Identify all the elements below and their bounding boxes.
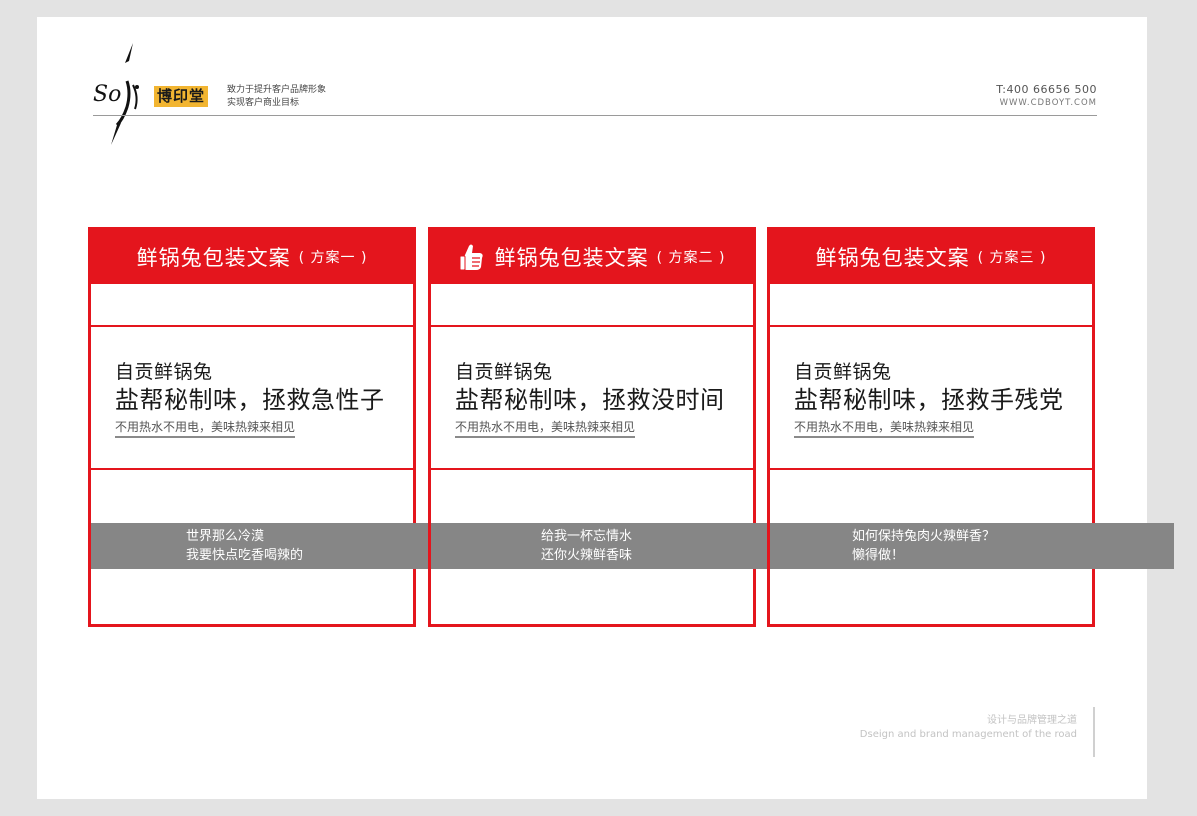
card-body: 自贡鲜锅兔 盐帮秘制味，拯救没时间 不用热水不用电，美味热辣来相见 (455, 360, 725, 438)
tagline: 不用热水不用电，美味热辣来相见 (455, 419, 636, 438)
card-divider (91, 325, 413, 327)
card-divider (431, 325, 753, 327)
footer-en: Dseign and brand management of the road (859, 729, 1077, 740)
svg-text:So: So (93, 82, 121, 107)
brand-logo-icon: So (93, 43, 139, 145)
card-divider (91, 468, 413, 470)
card-divider (770, 325, 1092, 327)
slogan: 致力于提升客户品牌形象 实现客户商业目标 (227, 84, 326, 110)
header-divider (93, 115, 1097, 116)
card-body: 自贡鲜锅兔 盐帮秘制味，拯救手残党 不用热水不用电，美味热辣来相见 (794, 360, 1064, 438)
slogan-line-1: 致力于提升客户品牌形象 (227, 85, 327, 95)
card-title: 鲜锅兔包装文案 (494, 246, 649, 270)
brand-name: 博印堂 (154, 86, 209, 107)
product-name: 自贡鲜锅兔 (455, 361, 553, 383)
headline: 盐帮秘制味，拯救急性子 (115, 386, 385, 414)
website-url: WWW.CDBOYT.COM (999, 98, 1097, 108)
card-divider (770, 468, 1092, 470)
card-plan-label: ( 方案一 ) (298, 250, 368, 266)
product-name: 自贡鲜锅兔 (794, 361, 892, 383)
card-header: 鲜锅兔包装文案 ( 方案三 ) (770, 230, 1092, 284)
footer-divider (1093, 707, 1095, 757)
copy-card-plan-3: 鲜锅兔包装文案 ( 方案三 ) 自贡鲜锅兔 盐帮秘制味，拯救手残党 不用热水不用… (767, 227, 1174, 627)
document-page: So 博印堂 致力于提升客户品牌形象 实现客户商业目标 T:400 66656 … (37, 17, 1174, 799)
headline: 盐帮秘制味，拯救手残党 (794, 386, 1064, 414)
card-header: 鲜锅兔包装文案 ( 方案二 ) (431, 230, 753, 284)
card-plan-label: ( 方案三 ) (977, 250, 1047, 266)
band-line-1: 如何保持兔肉火辣鲜香？ (852, 529, 996, 544)
card-title: 鲜锅兔包装文案 (136, 246, 291, 270)
tagline: 不用热水不用电，美味热辣来相见 (794, 419, 975, 438)
card-header: 鲜锅兔包装文案 ( 方案一 ) (91, 230, 413, 284)
copy-card-plan-2: 鲜锅兔包装文案 ( 方案二 ) 自贡鲜锅兔 盐帮秘制味，拯救没时间 不用热水不用… (428, 227, 863, 627)
headline: 盐帮秘制味，拯救没时间 (455, 386, 725, 414)
footer-cn: 设计与品牌管理之道 (987, 715, 1077, 726)
contact-info: T:400 66656 500 WWW.CDBOYT.COM (996, 83, 1097, 109)
thumbs-up-icon (459, 244, 483, 271)
card-body: 自贡鲜锅兔 盐帮秘制味，拯救急性子 不用热水不用电，美味热辣来相见 (115, 360, 385, 438)
product-name: 自贡鲜锅兔 (115, 361, 213, 383)
slogan-line-2: 实现客户商业目标 (227, 98, 300, 108)
tagline: 不用热水不用电，美味热辣来相见 (115, 419, 296, 438)
copy-card-plan-1: 鲜锅兔包装文案 ( 方案一 ) 自贡鲜锅兔 盐帮秘制味，拯救急性子 不用热水不用… (88, 227, 508, 627)
card-title: 鲜锅兔包装文案 (815, 246, 970, 270)
band-line-2: 懒得做！ (852, 548, 905, 563)
phone-number: T:400 66656 500 (996, 83, 1097, 96)
card-plan-label: ( 方案二 ) (656, 250, 726, 266)
card-divider (431, 468, 753, 470)
slogan-band: 如何保持兔肉火辣鲜香？ 懒得做！ (770, 523, 1174, 569)
footer-tagline: 设计与品牌管理之道 Dseign and brand management of… (860, 714, 1077, 742)
